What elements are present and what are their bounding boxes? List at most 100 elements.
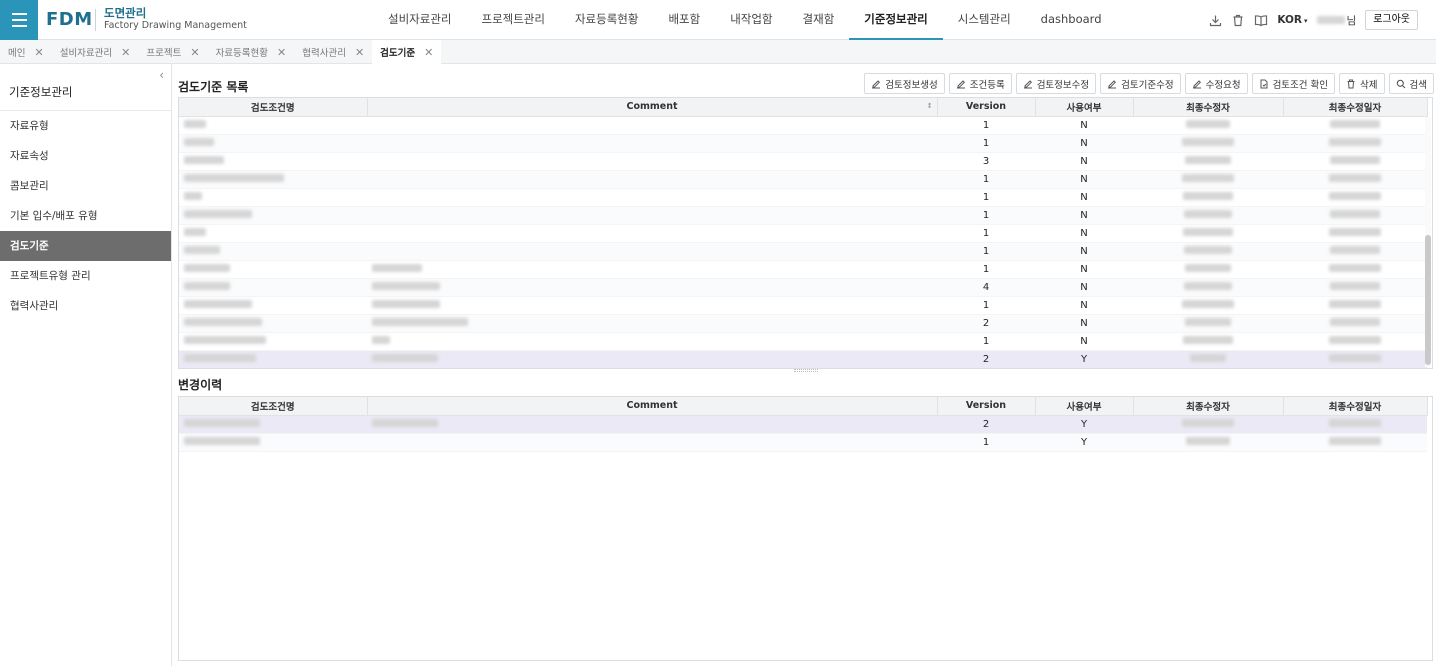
pane-splitter[interactable] <box>794 369 818 372</box>
open-tab-label: 자료등록현황 <box>215 48 269 59</box>
app-logo[interactable]: FDM <box>46 9 93 30</box>
toolbar-button[interactable]: 삭제 <box>1339 73 1385 94</box>
table-row[interactable]: 1N <box>179 134 1427 153</box>
nav-item[interactable]: 프로젝트관리 <box>466 0 559 40</box>
toolbar-button[interactable]: 검토정보수정 <box>1015 73 1097 94</box>
language-selector[interactable]: KOR ▾ <box>1277 14 1307 26</box>
modified-date-cell <box>1283 314 1427 333</box>
toolbar-button-label: 삭제 <box>1360 79 1378 91</box>
redacted-text <box>1182 137 1234 146</box>
table-row[interactable]: 2Y <box>179 415 1427 434</box>
open-tab[interactable]: 협력사관리 ✕ <box>294 40 372 64</box>
redacted-text <box>1329 137 1381 146</box>
close-tab-icon[interactable]: ✕ <box>424 46 433 59</box>
column-header[interactable]: 검도조건명 <box>179 98 368 117</box>
open-tab[interactable]: 설비자료관리 ✕ <box>52 40 139 64</box>
comment-cell <box>367 188 937 207</box>
sidebar-item[interactable]: 프로젝트유형 관리 <box>0 261 171 291</box>
collapse-sidebar-icon[interactable]: ‹ <box>159 68 164 82</box>
toolbar-button[interactable]: 수정요청 <box>1184 73 1248 94</box>
redacted-text <box>372 353 438 362</box>
sidebar-item[interactable]: 검도기준 <box>0 231 171 261</box>
table-row[interactable]: 1N <box>179 296 1427 315</box>
book-icon[interactable] <box>1254 13 1268 27</box>
table-row[interactable]: 1N <box>179 116 1427 135</box>
modifier-cell <box>1133 332 1283 351</box>
table-row[interactable]: 1N <box>179 170 1427 189</box>
toolbar-button[interactable]: 검토기준수정 <box>1100 73 1181 94</box>
download-icon[interactable] <box>1208 13 1222 27</box>
column-header[interactable]: 최종수정자 <box>1133 397 1284 416</box>
sidebar: ‹ 기준정보관리 자료유형 자료속성 콤보관리 기본 입수/배포 유형 검도기준 프로젝트… <box>0 64 172 666</box>
trash-icon <box>1346 79 1360 89</box>
open-tab[interactable]: 검도기준 ✕ <box>372 40 442 64</box>
scrollbar-thumb[interactable] <box>1425 235 1431 365</box>
close-tab-icon[interactable]: ✕ <box>190 46 199 59</box>
toolbar-button[interactable]: 검토조건 확인 <box>1251 73 1336 94</box>
use-flag-cell: N <box>1035 134 1133 153</box>
nav-item[interactable]: 내작업함 <box>715 0 787 40</box>
redacted-text <box>1184 209 1232 218</box>
table-row[interactable]: 1Y <box>179 433 1427 452</box>
redacted-text <box>372 418 438 427</box>
column-header[interactable]: 최종수정자 <box>1133 98 1284 117</box>
column-header[interactable]: 최종수정일자 <box>1283 98 1428 117</box>
modifier-cell <box>1133 260 1283 279</box>
column-header[interactable]: 검도조건명 <box>179 397 368 416</box>
close-tab-icon[interactable]: ✕ <box>355 46 364 59</box>
redacted-text <box>1185 263 1231 272</box>
nav-item[interactable]: 자료등록현황 <box>560 0 653 40</box>
table-row[interactable]: 2Y <box>179 350 1427 368</box>
table-row[interactable]: 3N <box>179 152 1427 171</box>
column-header[interactable]: 최종수정일자 <box>1283 397 1428 416</box>
table-row[interactable]: 1N <box>179 224 1427 243</box>
column-header[interactable]: Version <box>937 397 1036 416</box>
open-tab[interactable]: 자료등록현황 ✕ <box>208 40 295 64</box>
open-tab-label: 설비자료관리 <box>59 48 113 59</box>
close-tab-icon[interactable]: ✕ <box>121 46 130 59</box>
column-header[interactable]: Comment ↕ <box>367 98 938 117</box>
sidebar-item[interactable]: 자료유형 <box>0 111 171 141</box>
table-row[interactable]: 2N <box>179 314 1427 333</box>
table-row[interactable]: 1N <box>179 188 1427 207</box>
column-header[interactable]: 사용여부 <box>1035 98 1134 117</box>
column-header[interactable]: Version <box>937 98 1036 117</box>
nav-item[interactable]: 기준정보관리 <box>849 0 943 40</box>
table-row[interactable]: 1N <box>179 206 1427 225</box>
open-tab[interactable]: 프로젝트 ✕ <box>138 40 207 64</box>
open-tab[interactable]: 메인 ✕ <box>0 40 52 64</box>
table-row[interactable]: 4N <box>179 278 1427 297</box>
grid-scrollbar[interactable] <box>1425 117 1431 367</box>
column-header[interactable]: Comment <box>367 397 938 416</box>
redacted-text <box>1329 335 1381 344</box>
nav-item[interactable]: 결재함 <box>788 0 850 40</box>
hamburger-menu-button[interactable] <box>0 0 38 40</box>
nav-item[interactable]: 설비자료관리 <box>373 0 466 40</box>
toolbar-button[interactable]: 검색 <box>1388 73 1434 94</box>
table-row[interactable]: 1N <box>179 242 1427 261</box>
trash-icon[interactable] <box>1231 13 1245 27</box>
sidebar-item[interactable]: 자료속성 <box>0 141 171 171</box>
toolbar-button-label: 검색 <box>1409 79 1427 91</box>
sidebar-item[interactable]: 협력사관리 <box>0 291 171 321</box>
toolbar-button[interactable]: 조건등록 <box>948 73 1012 94</box>
nav-item[interactable]: dashboard <box>1026 0 1117 40</box>
column-header-label: Comment <box>626 101 678 113</box>
table-row[interactable]: 1N <box>179 260 1427 279</box>
modified-date-cell <box>1283 206 1427 225</box>
close-tab-icon[interactable]: ✕ <box>34 46 43 59</box>
nav-item[interactable]: 시스템관리 <box>943 0 1026 40</box>
sidebar-item[interactable]: 기본 입수/배포 유형 <box>0 201 171 231</box>
table-row[interactable]: 1N <box>179 332 1427 351</box>
use-flag-cell: N <box>1035 332 1133 351</box>
redacted-text <box>184 191 202 200</box>
sort-icon[interactable]: ↕ <box>927 102 933 110</box>
column-header[interactable]: 사용여부 <box>1035 397 1134 416</box>
nav-item[interactable]: 배포함 <box>653 0 715 40</box>
comment-cell <box>367 134 937 153</box>
logout-button[interactable]: 로그아웃 <box>1365 10 1418 30</box>
close-tab-icon[interactable]: ✕ <box>277 46 286 59</box>
redacted-text <box>1183 227 1233 236</box>
sidebar-item[interactable]: 콤보관리 <box>0 171 171 201</box>
toolbar-button[interactable]: 검토정보생성 <box>864 73 945 94</box>
